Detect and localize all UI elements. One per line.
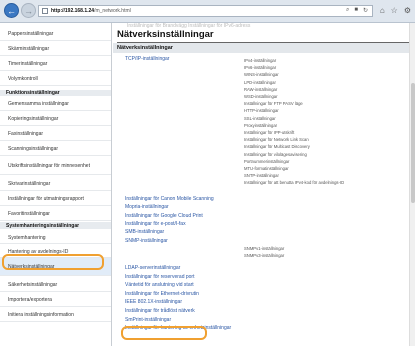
sidebar-item[interactable]: Systemhantering	[0, 232, 111, 244]
sidebar-item[interactable]: Gemensamma inställningar	[0, 97, 111, 111]
snmp-subitem[interactable]: SNMPv1-inställningar	[244, 246, 284, 251]
search-icon[interactable]: ⌕	[346, 7, 349, 14]
sidebar-item[interactable]: Timerinställningar	[0, 57, 111, 71]
sidebar-item[interactable]: Skärminställningar	[0, 42, 111, 56]
sidebar-item[interactable]: Säkerhetsinställningar	[0, 278, 111, 292]
sidebar: Pappersinställningar Skärminställningar Ti…	[0, 23, 112, 346]
tcpip-subitem[interactable]: Inställningar för vilolägesavisering	[244, 152, 307, 157]
sidebar-item[interactable]: Hantering av avdelnings-ID	[0, 246, 111, 258]
page-icon	[42, 8, 48, 14]
sidebar-item[interactable]: Skrivarinställningar	[0, 177, 111, 191]
tcpip-subitem[interactable]: RAW-inställningar	[244, 87, 277, 92]
settings-link[interactable]: LDAP-serverinställningar	[125, 265, 180, 271]
settings-link[interactable]: SMB-inställningar	[125, 229, 164, 235]
tcpip-settings-link[interactable]: TCP/IP-inställningar	[125, 56, 169, 62]
tcpip-subitem[interactable]: Inställningar för FTP PASV läge	[244, 101, 303, 106]
tcpip-subitem[interactable]: WSD-inställningar	[244, 94, 278, 99]
tcpip-subitem[interactable]: SSL-inställningar	[244, 116, 276, 121]
home-icon[interactable]: ⌂	[380, 6, 385, 15]
scroll-thumb[interactable]	[411, 83, 415, 203]
sidebar-section-header: Systemhanteringsinställningar	[0, 222, 111, 229]
tcpip-subitem[interactable]: WINS-inställningar	[244, 72, 279, 77]
gear-icon[interactable]: ⚙	[404, 6, 411, 15]
tcpip-subitem[interactable]: Inställningar för IPP-utskrift	[244, 130, 294, 135]
tcpip-subitem[interactable]: LPD-inställningar	[244, 80, 276, 85]
settings-link[interactable]: Inställningar för trådlöst nätverk	[125, 308, 195, 314]
tcpip-subitem[interactable]: Inställningar för Multicast Discovery	[244, 144, 310, 149]
star-icon[interactable]: ☆	[391, 6, 398, 15]
settings-link[interactable]: Inställningar för Canon Mobile Scanning	[125, 196, 214, 202]
sidebar-item[interactable]: Nätverksinställningar	[0, 258, 111, 276]
tcpip-subitem[interactable]: HTTP-inställningar	[244, 108, 279, 113]
main-content: Inställningar för Brandvägg Inställninga…	[113, 23, 415, 346]
settings-link[interactable]: Inställningar för reserverad port	[125, 274, 194, 280]
sidebar-item[interactable]: Initiera inställningsinformation	[0, 308, 111, 322]
settings-link[interactable]: Inställningar för hantering av enhetsins…	[125, 325, 231, 331]
tcpip-subitem[interactable]: MTU-formatinställningar	[244, 166, 289, 171]
settings-link[interactable]: Inställningar för Ethernet-drivrutin	[125, 291, 199, 297]
settings-link[interactable]: SNMP-inställningar	[125, 238, 168, 244]
tcpip-subitem[interactable]: Inställningar för Network Link Scan	[244, 137, 309, 142]
tcpip-subitem[interactable]: IPv6-inställningar	[244, 65, 276, 70]
tcpip-subitem[interactable]: Inställningar för att benutta IPv4-kod f…	[244, 180, 344, 185]
tcpip-subitem[interactable]: Portnummerinställningar	[244, 159, 289, 164]
sidebar-item[interactable]: Volymkontroll	[0, 72, 111, 86]
sidebar-item[interactable]: Utskriftsinställningar för minnesenhet	[0, 157, 111, 175]
sidebar-item[interactable]: Faxinställningar	[0, 127, 111, 141]
back-arrow-icon[interactable]: ←	[4, 3, 19, 18]
sidebar-item[interactable]: Pappersinställningar	[0, 27, 111, 41]
sidebar-item[interactable]: Scanningsinställningar	[0, 142, 111, 156]
section-header: Nätverksinställningar	[113, 43, 415, 53]
sidebar-item[interactable]: Importera/exportera	[0, 293, 111, 307]
sidebar-section-header: Funktionsinställningar	[0, 90, 111, 96]
lock-icon[interactable]: ■	[354, 7, 358, 14]
ieee-8021x-settings-link[interactable]: IEEE 802.1X-inställningar	[125, 299, 182, 305]
settings-link[interactable]: Inställningar för e-post/I-fax	[125, 221, 186, 227]
settings-link[interactable]: Väntetid för anslutning vid start	[125, 282, 194, 288]
settings-link[interactable]: Mopria-inställningar	[125, 204, 169, 210]
tcpip-subitem[interactable]: SNTP-inställningar	[244, 173, 279, 178]
sidebar-item[interactable]: Favoritinställningar	[0, 207, 111, 221]
tcpip-subitem[interactable]: IPv4-inställningar	[244, 58, 276, 63]
sidebar-item[interactable]: Kopieringsinställningar	[0, 112, 111, 126]
forward-arrow-icon[interactable]: →	[21, 3, 36, 18]
browser-toolbar: ← → http://192.168.1.24 /m_network.html …	[0, 0, 415, 23]
url-path: /m_network.html	[94, 8, 131, 14]
settings-link[interactable]: SmPrint-inställningar	[125, 317, 171, 323]
page-title: Nätverksinställningar	[117, 29, 214, 40]
refresh-icon[interactable]: ↻	[363, 7, 368, 14]
url-host: http://192.168.1.24	[51, 8, 95, 14]
scrollbar[interactable]	[409, 23, 415, 346]
sidebar-item[interactable]: Inställningar för utmatningsrapport	[0, 192, 111, 206]
address-bar[interactable]: http://192.168.1.24 /m_network.html ⌕ ■ …	[38, 5, 373, 17]
snmp-subitem[interactable]: SNMPv3-inställningar	[244, 253, 284, 258]
settings-link[interactable]: Inställningar för Google Cloud Print	[125, 213, 203, 219]
tcpip-subitem[interactable]: Proxyinställningar	[244, 123, 277, 128]
